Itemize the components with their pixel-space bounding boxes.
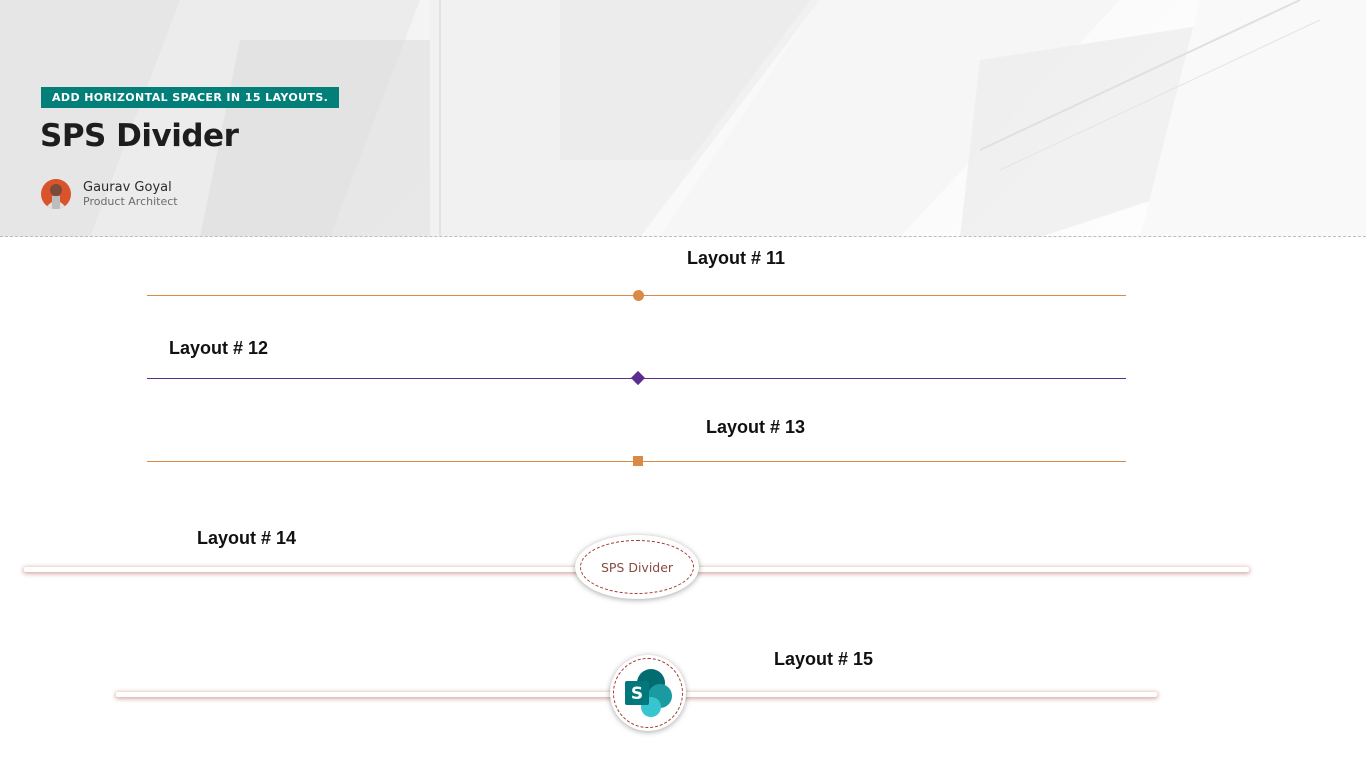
page-title: SPS Divider — [40, 118, 239, 154]
layout-11-label: Layout # 11 — [687, 248, 786, 268]
author-block[interactable]: Gaurav Goyal Product Architect — [41, 179, 178, 209]
layout-12-diamond-marker — [630, 370, 646, 386]
avatar-image — [41, 179, 71, 209]
layout-15-badge: S — [610, 655, 686, 731]
sharepoint-icon-letter: S — [631, 684, 643, 704]
layout-11-circle-marker — [633, 290, 644, 301]
sharepoint-icon: S — [625, 669, 672, 717]
avatar[interactable] — [41, 179, 71, 209]
author-name[interactable]: Gaurav Goyal — [83, 180, 178, 196]
feature-tag: ADD HORIZONTAL SPACER IN 15 LAYOUTS. — [41, 87, 340, 108]
layout-13-label: Layout # 13 — [706, 417, 806, 437]
hero-banner: ADD HORIZONTAL SPACER IN 15 LAYOUTS. SPS… — [0, 0, 1366, 237]
layout-12-label: Layout # 12 — [169, 338, 269, 358]
layout-15-label: Layout # 15 — [774, 649, 874, 669]
layout-14-label: Layout # 14 — [197, 528, 297, 548]
layout-13-square-marker — [633, 456, 643, 466]
author-role: Product Architect — [83, 195, 178, 209]
layout-14-badge: SPS Divider — [575, 535, 699, 599]
layout-14-badge-text: SPS Divider — [580, 540, 694, 594]
